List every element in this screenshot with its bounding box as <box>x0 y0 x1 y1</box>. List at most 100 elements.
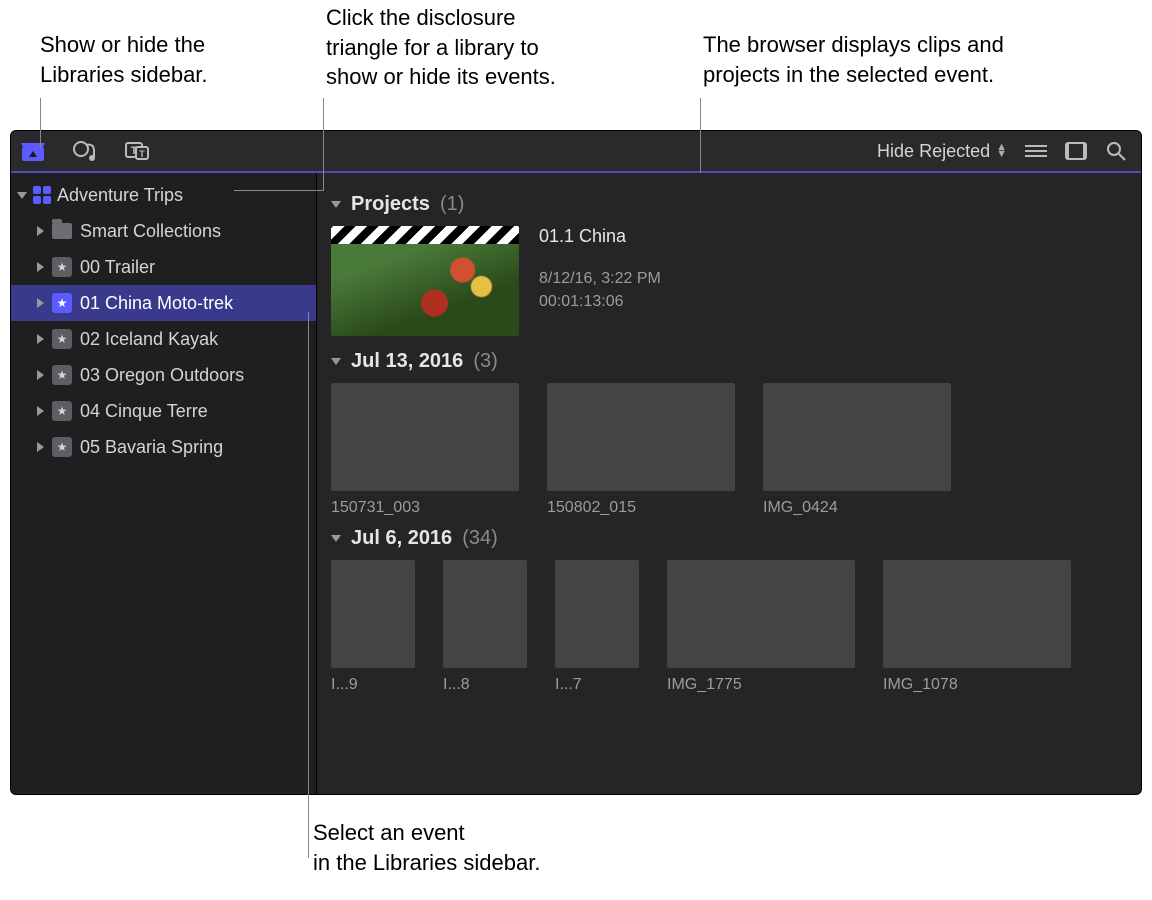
project-item[interactable]: 01.1 China 8/12/16, 3:22 PM00:01:13:06 <box>331 226 1127 336</box>
clip-label: I...8 <box>443 676 527 694</box>
callout-line <box>40 98 41 148</box>
clip-item[interactable]: 150802_015 <box>547 383 735 517</box>
libraries-sidebar: Adventure Trips Smart Collections ★ 00 Tra… <box>11 173 317 794</box>
clip-item[interactable]: I...9 <box>331 560 415 694</box>
sidebar-item-label: 01 China Moto-trek <box>80 293 233 314</box>
clip-appearance-icon[interactable] <box>1065 140 1087 162</box>
disclosure-triangle-icon[interactable] <box>37 334 44 344</box>
clip-thumbnail[interactable] <box>763 383 951 491</box>
event-icon: ★ <box>52 437 72 457</box>
project-thumbnail[interactable] <box>331 226 519 336</box>
sidebar-item-label: Smart Collections <box>80 221 221 242</box>
browser-section-header[interactable]: Jul 13, 2016 (3) <box>331 350 1127 373</box>
sidebar-item-label: 02 Iceland Kayak <box>80 329 218 350</box>
library-icon <box>33 186 51 204</box>
clip-grid: I...9 I...8 I...7 IMG_1775 IMG_1078 <box>331 560 1127 694</box>
clip-label: 150731_003 <box>331 499 519 517</box>
photos-audio-sidebar-icon[interactable] <box>71 137 99 165</box>
clip-thumbnail[interactable] <box>443 560 527 668</box>
disclosure-triangle-icon[interactable] <box>37 370 44 380</box>
clip-label: I...9 <box>331 676 415 694</box>
chevron-updown-icon: ▲▼ <box>996 144 1007 157</box>
clip-item[interactable]: IMG_0424 <box>763 383 951 517</box>
app-body: Adventure Trips Smart Collections ★ 00 Tra… <box>11 173 1141 794</box>
sidebar-event[interactable]: ★ 04 Cinque Terre <box>11 393 316 429</box>
event-icon: ★ <box>52 293 72 313</box>
clip-grid: 150731_003 150802_015 IMG_0424 <box>331 383 1127 517</box>
clip-item[interactable]: I...8 <box>443 560 527 694</box>
clip-label: 150802_015 <box>547 499 735 517</box>
event-icon: ★ <box>52 329 72 349</box>
clip-label: IMG_1775 <box>667 676 855 694</box>
clip-item[interactable]: I...7 <box>555 560 639 694</box>
sidebar-event[interactable]: ★ 00 Trailer <box>11 249 316 285</box>
clip-item[interactable]: IMG_1078 <box>883 560 1071 694</box>
disclosure-triangle-icon[interactable] <box>17 192 27 199</box>
sidebar-item-label: 00 Trailer <box>80 257 155 278</box>
libraries-sidebar-toggle[interactable] <box>19 137 47 165</box>
sidebar-smart-collections[interactable]: Smart Collections <box>11 213 316 249</box>
clip-thumbnail[interactable] <box>547 383 735 491</box>
sidebar-item-label: 03 Oregon Outdoors <box>80 365 244 386</box>
list-view-icon[interactable] <box>1025 140 1047 162</box>
section-title: Jul 6, 2016 <box>351 527 452 550</box>
event-icon: ★ <box>52 257 72 277</box>
callout-line <box>323 98 324 190</box>
callout-sidebar-toggle: Show or hide the Libraries sidebar. <box>40 30 208 89</box>
sidebar-item-label: 04 Cinque Terre <box>80 401 208 422</box>
sidebar-item-label: 05 Bavaria Spring <box>80 437 223 458</box>
browser-section-header[interactable]: Projects (1) <box>331 193 1127 216</box>
project-date: 8/12/16, 3:22 PM <box>539 267 661 290</box>
clip-browser: Projects (1) 01.1 China 8/12/16, 3:22 PM00:… <box>317 173 1141 794</box>
clip-label: IMG_1078 <box>883 676 1071 694</box>
clip-thumbnail[interactable] <box>331 383 519 491</box>
callout-line <box>700 98 701 173</box>
clip-label: I...7 <box>555 676 639 694</box>
clip-filter-popup[interactable]: Hide Rejected ▲▼ <box>877 141 1007 162</box>
section-title: Projects <box>351 193 430 216</box>
folder-icon <box>52 223 72 239</box>
sidebar-event[interactable]: ★ 01 China Moto-trek <box>11 285 316 321</box>
sidebar-event[interactable]: ★ 05 Bavaria Spring <box>11 429 316 465</box>
sidebar-event[interactable]: ★ 03 Oregon Outdoors <box>11 357 316 393</box>
disclosure-triangle-icon[interactable] <box>37 298 44 308</box>
clip-item[interactable]: 150731_003 <box>331 383 519 517</box>
project-name: 01.1 China <box>539 226 661 247</box>
disclosure-triangle-icon[interactable] <box>331 535 341 542</box>
clip-thumbnail[interactable] <box>331 560 415 668</box>
section-count: (3) <box>473 350 497 373</box>
library-name: Adventure Trips <box>57 185 183 206</box>
clip-label: IMG_0424 <box>763 499 951 517</box>
clip-thumbnail[interactable] <box>667 560 855 668</box>
clip-thumbnail[interactable] <box>555 560 639 668</box>
disclosure-triangle-icon[interactable] <box>37 442 44 452</box>
callout-line <box>308 312 309 858</box>
clip-thumbnail[interactable] <box>883 560 1071 668</box>
section-count: (34) <box>462 527 498 550</box>
library-row[interactable]: Adventure Trips <box>11 177 316 213</box>
event-icon: ★ <box>52 401 72 421</box>
project-metadata: 01.1 China 8/12/16, 3:22 PM00:01:13:06 <box>539 226 661 336</box>
callout-line <box>234 190 324 191</box>
toolbar: TT Hide Rejected ▲▼ <box>11 131 1141 173</box>
event-icon: ★ <box>52 365 72 385</box>
app-window: TT Hide Rejected ▲▼ Adventure <box>10 130 1142 795</box>
disclosure-triangle-icon[interactable] <box>331 358 341 365</box>
clip-filter-label: Hide Rejected <box>877 141 990 162</box>
search-icon[interactable] <box>1105 140 1127 162</box>
titles-generators-sidebar-icon[interactable]: TT <box>123 137 151 165</box>
clip-item[interactable]: IMG_1775 <box>667 560 855 694</box>
disclosure-triangle-icon[interactable] <box>37 262 44 272</box>
section-title: Jul 13, 2016 <box>351 350 463 373</box>
disclosure-triangle-icon[interactable] <box>37 226 44 236</box>
section-count: (1) <box>440 193 464 216</box>
disclosure-triangle-icon[interactable] <box>37 406 44 416</box>
callout-browser: The browser displays clips and projects … <box>703 30 1004 89</box>
disclosure-triangle-icon[interactable] <box>331 201 341 208</box>
sidebar-event[interactable]: ★ 02 Iceland Kayak <box>11 321 316 357</box>
project-duration: 00:01:13:06 <box>539 290 661 313</box>
callout-select-event: Select an event in the Libraries sidebar… <box>313 818 540 877</box>
browser-section-header[interactable]: Jul 6, 2016 (34) <box>331 527 1127 550</box>
svg-text:T: T <box>139 149 145 159</box>
callout-disclosure: Click the disclosure triangle for a libr… <box>326 3 556 92</box>
